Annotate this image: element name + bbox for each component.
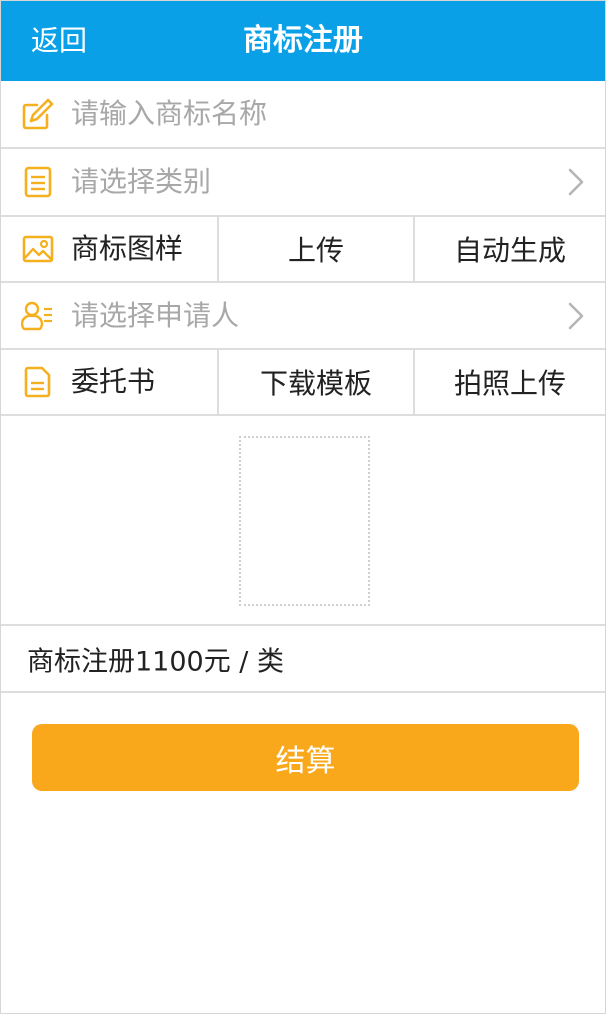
chevron-right-icon — [568, 302, 584, 329]
checkout-button[interactable]: 结算 — [32, 724, 579, 791]
trademark-name-input[interactable]: 请输入商标名称 — [71, 97, 267, 131]
trademark-sample-row: 商标图样 上传 自动生成 — [1, 217, 605, 283]
trademark-sample-label: 商标图样 — [71, 232, 184, 265]
chevron-right-icon — [568, 168, 584, 196]
photo-upload-button[interactable]: 拍照上传 — [415, 350, 605, 414]
app-screen: 返回 商标注册 请输入商标名称 请选择类别 商标图样 上传 自动生成 请选择申请… — [0, 0, 606, 1014]
document-icon — [24, 366, 51, 398]
price-text: 商标注册1100元 / 类 — [27, 646, 284, 677]
category-select-label: 请选择类别 — [71, 165, 212, 198]
page-title: 商标注册 — [243, 23, 363, 58]
authorization-row: 委托书 下载模板 拍照上传 — [1, 350, 605, 416]
document-preview-area — [1, 416, 605, 626]
price-row: 商标注册1100元 / 类 — [1, 626, 605, 693]
upload-button[interactable]: 上传 — [219, 217, 413, 281]
header-bar: 返回 商标注册 — [1, 1, 605, 81]
authorization-label: 委托书 — [71, 365, 156, 398]
applicant-select-row[interactable]: 请选择申请人 — [1, 283, 605, 350]
document-preview-placeholder[interactable] — [239, 436, 370, 606]
download-template-button[interactable]: 下载模板 — [219, 350, 413, 414]
pencil-edit-icon — [22, 98, 54, 130]
auto-generate-button[interactable]: 自动生成 — [415, 217, 605, 281]
list-icon — [24, 166, 52, 198]
trademark-name-row[interactable]: 请输入商标名称 — [1, 81, 605, 149]
person-list-icon — [21, 301, 52, 330]
applicant-select-label: 请选择申请人 — [71, 298, 240, 332]
image-icon — [22, 235, 54, 263]
category-select-row[interactable]: 请选择类别 — [1, 149, 605, 217]
